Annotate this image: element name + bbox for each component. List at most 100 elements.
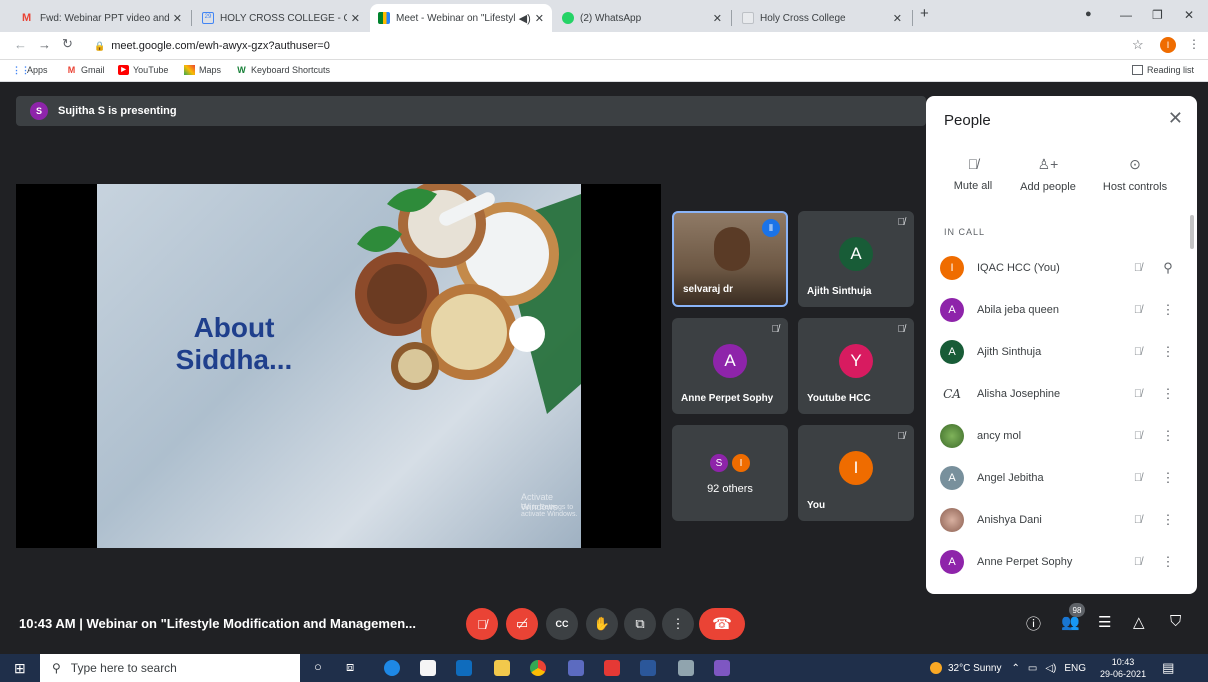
- tab-calendar[interactable]: 29 HOLY CROSS COLLEGE - Calenda ✕: [194, 4, 368, 32]
- meeting-info: 10:43 AM | Webinar on "Lifestyle Modific…: [19, 616, 416, 631]
- end-call-icon: ☎: [712, 616, 732, 633]
- captions-button[interactable]: CC: [546, 608, 578, 640]
- url-field[interactable]: 🔒 meet.google.com/ewh-awyx-gzx?authuser=…: [86, 35, 1116, 57]
- more-options-icon[interactable]: ⋮: [1151, 386, 1185, 402]
- tab-gmail[interactable]: M Fwd: Webinar PPT video and Pra ✕: [14, 4, 190, 32]
- more-options-icon[interactable]: ⋮: [1151, 470, 1185, 486]
- forward-icon[interactable]: →: [38, 37, 51, 52]
- mic-off-button[interactable]: 🎙̸: [466, 608, 498, 640]
- profile-avatar[interactable]: I: [1160, 37, 1176, 53]
- participant-row[interactable]: I IQAC HCC (You) 🎙̸ ⚲: [940, 249, 1185, 287]
- bookmark-keyboard-shortcuts[interactable]: W Keyboard Shortcuts: [236, 65, 330, 75]
- bookmark-youtube[interactable]: ▶ YouTube: [118, 65, 168, 75]
- participant-row[interactable]: ancy mol 🎙̸ ⋮: [940, 417, 1185, 455]
- file-explorer-icon[interactable]: [494, 660, 510, 676]
- app-icon[interactable]: [568, 660, 584, 676]
- language-indicator[interactable]: ENG: [1064, 663, 1086, 674]
- tab-holy-cross[interactable]: Holy Cross College ✕: [734, 4, 910, 32]
- bookmark-apps[interactable]: ⋮⋮ Apps: [12, 65, 48, 75]
- participant-avatar: I: [940, 256, 964, 280]
- participant-tile[interactable]: 🎙̸ A Anne Perpet Sophy: [672, 318, 788, 414]
- pin-icon[interactable]: ⚲: [1151, 260, 1185, 276]
- participant-tile[interactable]: 🎙̸ Y Youtube HCC: [798, 318, 914, 414]
- minimize-button[interactable]: —: [1120, 8, 1132, 22]
- participant-row[interactable]: A Abila jeba queen 🎙̸ ⋮: [940, 291, 1185, 329]
- tab-meet[interactable]: Meet - Webinar on "Lifestyle ◀) ✕: [370, 4, 552, 32]
- activities-icon[interactable]: △: [1133, 613, 1145, 631]
- more-vert-icon: ⋮: [671, 616, 685, 631]
- close-tab-icon[interactable]: ✕: [173, 12, 182, 25]
- reload-icon[interactable]: ↻: [62, 36, 73, 52]
- close-tab-icon[interactable]: ✕: [351, 12, 360, 25]
- participant-name: Ajith Sinthuja: [977, 346, 1042, 358]
- participant-tile[interactable]: 🎙̸ A Ajith Sinthuja: [798, 211, 914, 307]
- host-controls-button[interactable]: ⊙ Host controls: [1090, 156, 1180, 193]
- others-tile[interactable]: S I 92 others: [672, 425, 788, 521]
- word-icon[interactable]: [640, 660, 656, 676]
- tab-search-icon[interactable]: ●: [1085, 8, 1092, 20]
- windows-start-icon[interactable]: ⊞: [14, 660, 26, 677]
- close-tab-icon[interactable]: ✕: [535, 12, 544, 25]
- self-tile[interactable]: 🎙̸ I You: [798, 425, 914, 521]
- weather-text[interactable]: 32°C Sunny: [948, 663, 1001, 674]
- chrome-icon[interactable]: [530, 660, 546, 676]
- meet-icon: [378, 12, 390, 24]
- reading-list-icon: [1132, 65, 1143, 75]
- volume-icon[interactable]: ◁): [1045, 663, 1056, 674]
- participant-row[interactable]: Anishya Dani 🎙̸ ⋮: [940, 501, 1185, 539]
- close-window-button[interactable]: ✕: [1184, 8, 1194, 22]
- audio-playing-icon[interactable]: ◀): [519, 12, 531, 25]
- participant-name: You: [807, 500, 826, 511]
- close-panel-icon[interactable]: ✕: [1168, 108, 1183, 129]
- paint-icon[interactable]: [678, 660, 694, 676]
- close-tab-icon[interactable]: ✕: [893, 12, 902, 25]
- participant-row[interactable]: A Angel Jebitha 🎙̸ ⋮: [940, 459, 1185, 497]
- back-icon[interactable]: ←: [14, 37, 27, 52]
- people-scrollbar[interactable]: [1190, 215, 1194, 249]
- bookmark-star-icon[interactable]: ☆: [1132, 37, 1144, 53]
- notifications-icon[interactable]: ▤: [1162, 660, 1174, 676]
- task-view-icon[interactable]: ⧈: [346, 659, 354, 675]
- participant-row[interactable]: A Ajith Sinthuja 🎙̸ ⋮: [940, 333, 1185, 371]
- more-options-icon[interactable]: ⋮: [1151, 302, 1185, 318]
- raise-hand-button[interactable]: ✋: [586, 608, 618, 640]
- host-controls-icon[interactable]: ⛉: [1170, 613, 1181, 630]
- leave-call-button[interactable]: ☎: [699, 608, 745, 640]
- new-tab-button[interactable]: +: [920, 5, 929, 22]
- more-options-icon[interactable]: ⋮: [1151, 344, 1185, 360]
- tray-chevron-icon[interactable]: ⌃: [1011, 663, 1019, 674]
- mail-icon[interactable]: [456, 660, 472, 676]
- present-button[interactable]: ⧉: [624, 608, 656, 640]
- mic-off-icon: 🎙̸: [1133, 304, 1143, 316]
- chat-icon[interactable]: ☰: [1098, 613, 1111, 631]
- reading-list-button[interactable]: Reading list: [1132, 65, 1194, 75]
- participant-tile[interactable]: ⦀ selvaraj dr: [672, 211, 788, 307]
- visual-studio-icon[interactable]: [714, 660, 730, 676]
- anydesk-icon[interactable]: [604, 660, 620, 676]
- network-icon[interactable]: ▭: [1028, 663, 1037, 674]
- more-options-icon[interactable]: ⋮: [1151, 512, 1185, 528]
- more-options-icon[interactable]: ⋮: [1151, 428, 1185, 444]
- mic-off-icon: 🎙̸: [771, 324, 780, 335]
- bookmark-gmail[interactable]: M Gmail: [66, 65, 105, 75]
- bookmark-maps[interactable]: Maps: [184, 65, 221, 75]
- add-people-button[interactable]: ♙+ Add people: [1003, 156, 1093, 193]
- camera-off-button[interactable]: ▭̸: [506, 608, 538, 640]
- taskbar-search[interactable]: ⚲ Type here to search: [40, 654, 300, 682]
- clock[interactable]: 10:43 29-06-2021: [1100, 656, 1146, 680]
- participant-video: [714, 227, 750, 271]
- participant-row[interactable]: A Anne Perpet Sophy 🎙̸ ⋮: [940, 543, 1185, 581]
- more-options-button[interactable]: ⋮: [662, 608, 694, 640]
- browser-menu-icon[interactable]: ⋮: [1188, 37, 1200, 51]
- edge-icon[interactable]: [384, 660, 400, 676]
- close-tab-icon[interactable]: ✕: [713, 12, 722, 25]
- store-icon[interactable]: [420, 660, 436, 676]
- participant-row[interactable]: CA Alisha Josephine 🎙̸ ⋮: [940, 375, 1185, 413]
- restore-button[interactable]: ❐: [1152, 8, 1163, 22]
- lock-icon: 🔒: [94, 40, 106, 51]
- tab-whatsapp[interactable]: (2) WhatsApp ✕: [554, 4, 730, 32]
- meeting-details-icon[interactable]: ⓘ: [1026, 613, 1041, 634]
- more-options-icon[interactable]: ⋮: [1151, 554, 1185, 570]
- calendar-icon: 29: [202, 12, 214, 24]
- cortana-icon[interactable]: ○: [314, 659, 322, 674]
